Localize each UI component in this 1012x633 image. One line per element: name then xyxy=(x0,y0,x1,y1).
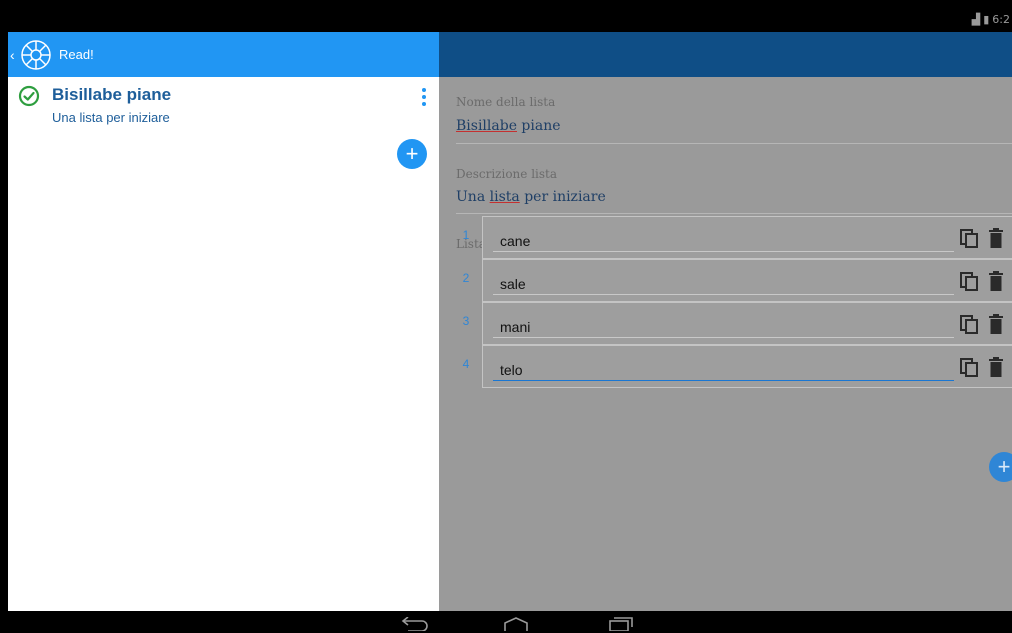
row-card xyxy=(482,302,1012,345)
signal-icon: ▟ xyxy=(971,13,981,26)
check-circle-icon xyxy=(18,85,40,107)
name-field[interactable]: Bisillabe piane xyxy=(456,118,561,134)
app-bar: ‹ Read! xyxy=(8,32,439,77)
list-item-title: Bisillabe piane xyxy=(52,85,172,104)
navigation-bar xyxy=(8,611,1012,633)
overflow-menu-icon[interactable] xyxy=(416,85,432,109)
list-item[interactable]: Bisillabe piane Una lista per iniziare xyxy=(8,77,439,137)
status-bar: ▟ ▮ 6:2 xyxy=(8,10,1012,32)
trash-icon[interactable] xyxy=(988,271,1004,291)
list-row: 2 sale xyxy=(456,259,1012,302)
list-row: 1 cane xyxy=(456,216,1012,259)
add-word-button[interactable]: + xyxy=(989,452,1012,482)
trash-icon[interactable] xyxy=(988,314,1004,334)
recents-nav-icon[interactable] xyxy=(608,617,634,631)
word-input[interactable]: mani xyxy=(500,319,530,335)
copy-icon[interactable] xyxy=(959,271,979,291)
description-field[interactable]: Una lista per iniziare xyxy=(456,189,606,205)
list-row: 3 mani xyxy=(456,302,1012,345)
name-label: Nome della lista xyxy=(456,95,556,109)
app-window: ‹ Read! Bisillabe piane Una lista per in… xyxy=(8,32,1012,611)
list-row: 4 telo xyxy=(456,345,1012,388)
word-input-line xyxy=(493,251,954,252)
add-list-button[interactable]: + xyxy=(397,139,427,169)
app-title: Read! xyxy=(59,47,94,62)
name-field-line xyxy=(456,143,1012,144)
description-field-line xyxy=(456,213,1012,214)
plus-icon: + xyxy=(997,454,1011,479)
back-nav-icon[interactable] xyxy=(400,617,430,631)
detail-pane: Nome della lista Bisillabe piane Descriz… xyxy=(439,32,1012,611)
row-number: 2 xyxy=(462,271,470,285)
word-input[interactable]: sale xyxy=(500,276,526,292)
row-number: 1 xyxy=(462,228,470,242)
home-nav-icon[interactable] xyxy=(503,617,529,631)
row-card xyxy=(482,216,1012,259)
back-chevron-icon[interactable]: ‹ xyxy=(10,47,18,63)
row-card xyxy=(482,259,1012,302)
trash-icon[interactable] xyxy=(988,228,1004,248)
detail-app-bar xyxy=(439,32,1012,77)
battery-icon: ▮ xyxy=(983,13,990,26)
wheel-logo-icon[interactable] xyxy=(19,38,53,72)
word-input-line xyxy=(493,294,954,295)
word-input[interactable]: cane xyxy=(500,233,530,249)
list-pane: ‹ Read! Bisillabe piane Una lista per in… xyxy=(8,32,439,611)
row-number: 4 xyxy=(462,357,470,371)
plus-icon: + xyxy=(405,141,419,166)
list-item-description: Una lista per iniziare xyxy=(52,110,170,125)
row-card xyxy=(482,345,1012,388)
word-input[interactable]: telo xyxy=(500,362,523,378)
trash-icon[interactable] xyxy=(988,357,1004,377)
word-input-line-focused xyxy=(493,380,954,381)
description-label: Descrizione lista xyxy=(456,167,558,181)
status-clock: 6:2 xyxy=(992,13,1010,26)
word-input-line xyxy=(493,337,954,338)
copy-icon[interactable] xyxy=(959,228,979,248)
row-number: 3 xyxy=(462,314,470,328)
status-icons: ▟ ▮ 6:2 xyxy=(972,13,1010,26)
copy-icon[interactable] xyxy=(959,314,979,334)
copy-icon[interactable] xyxy=(959,357,979,377)
